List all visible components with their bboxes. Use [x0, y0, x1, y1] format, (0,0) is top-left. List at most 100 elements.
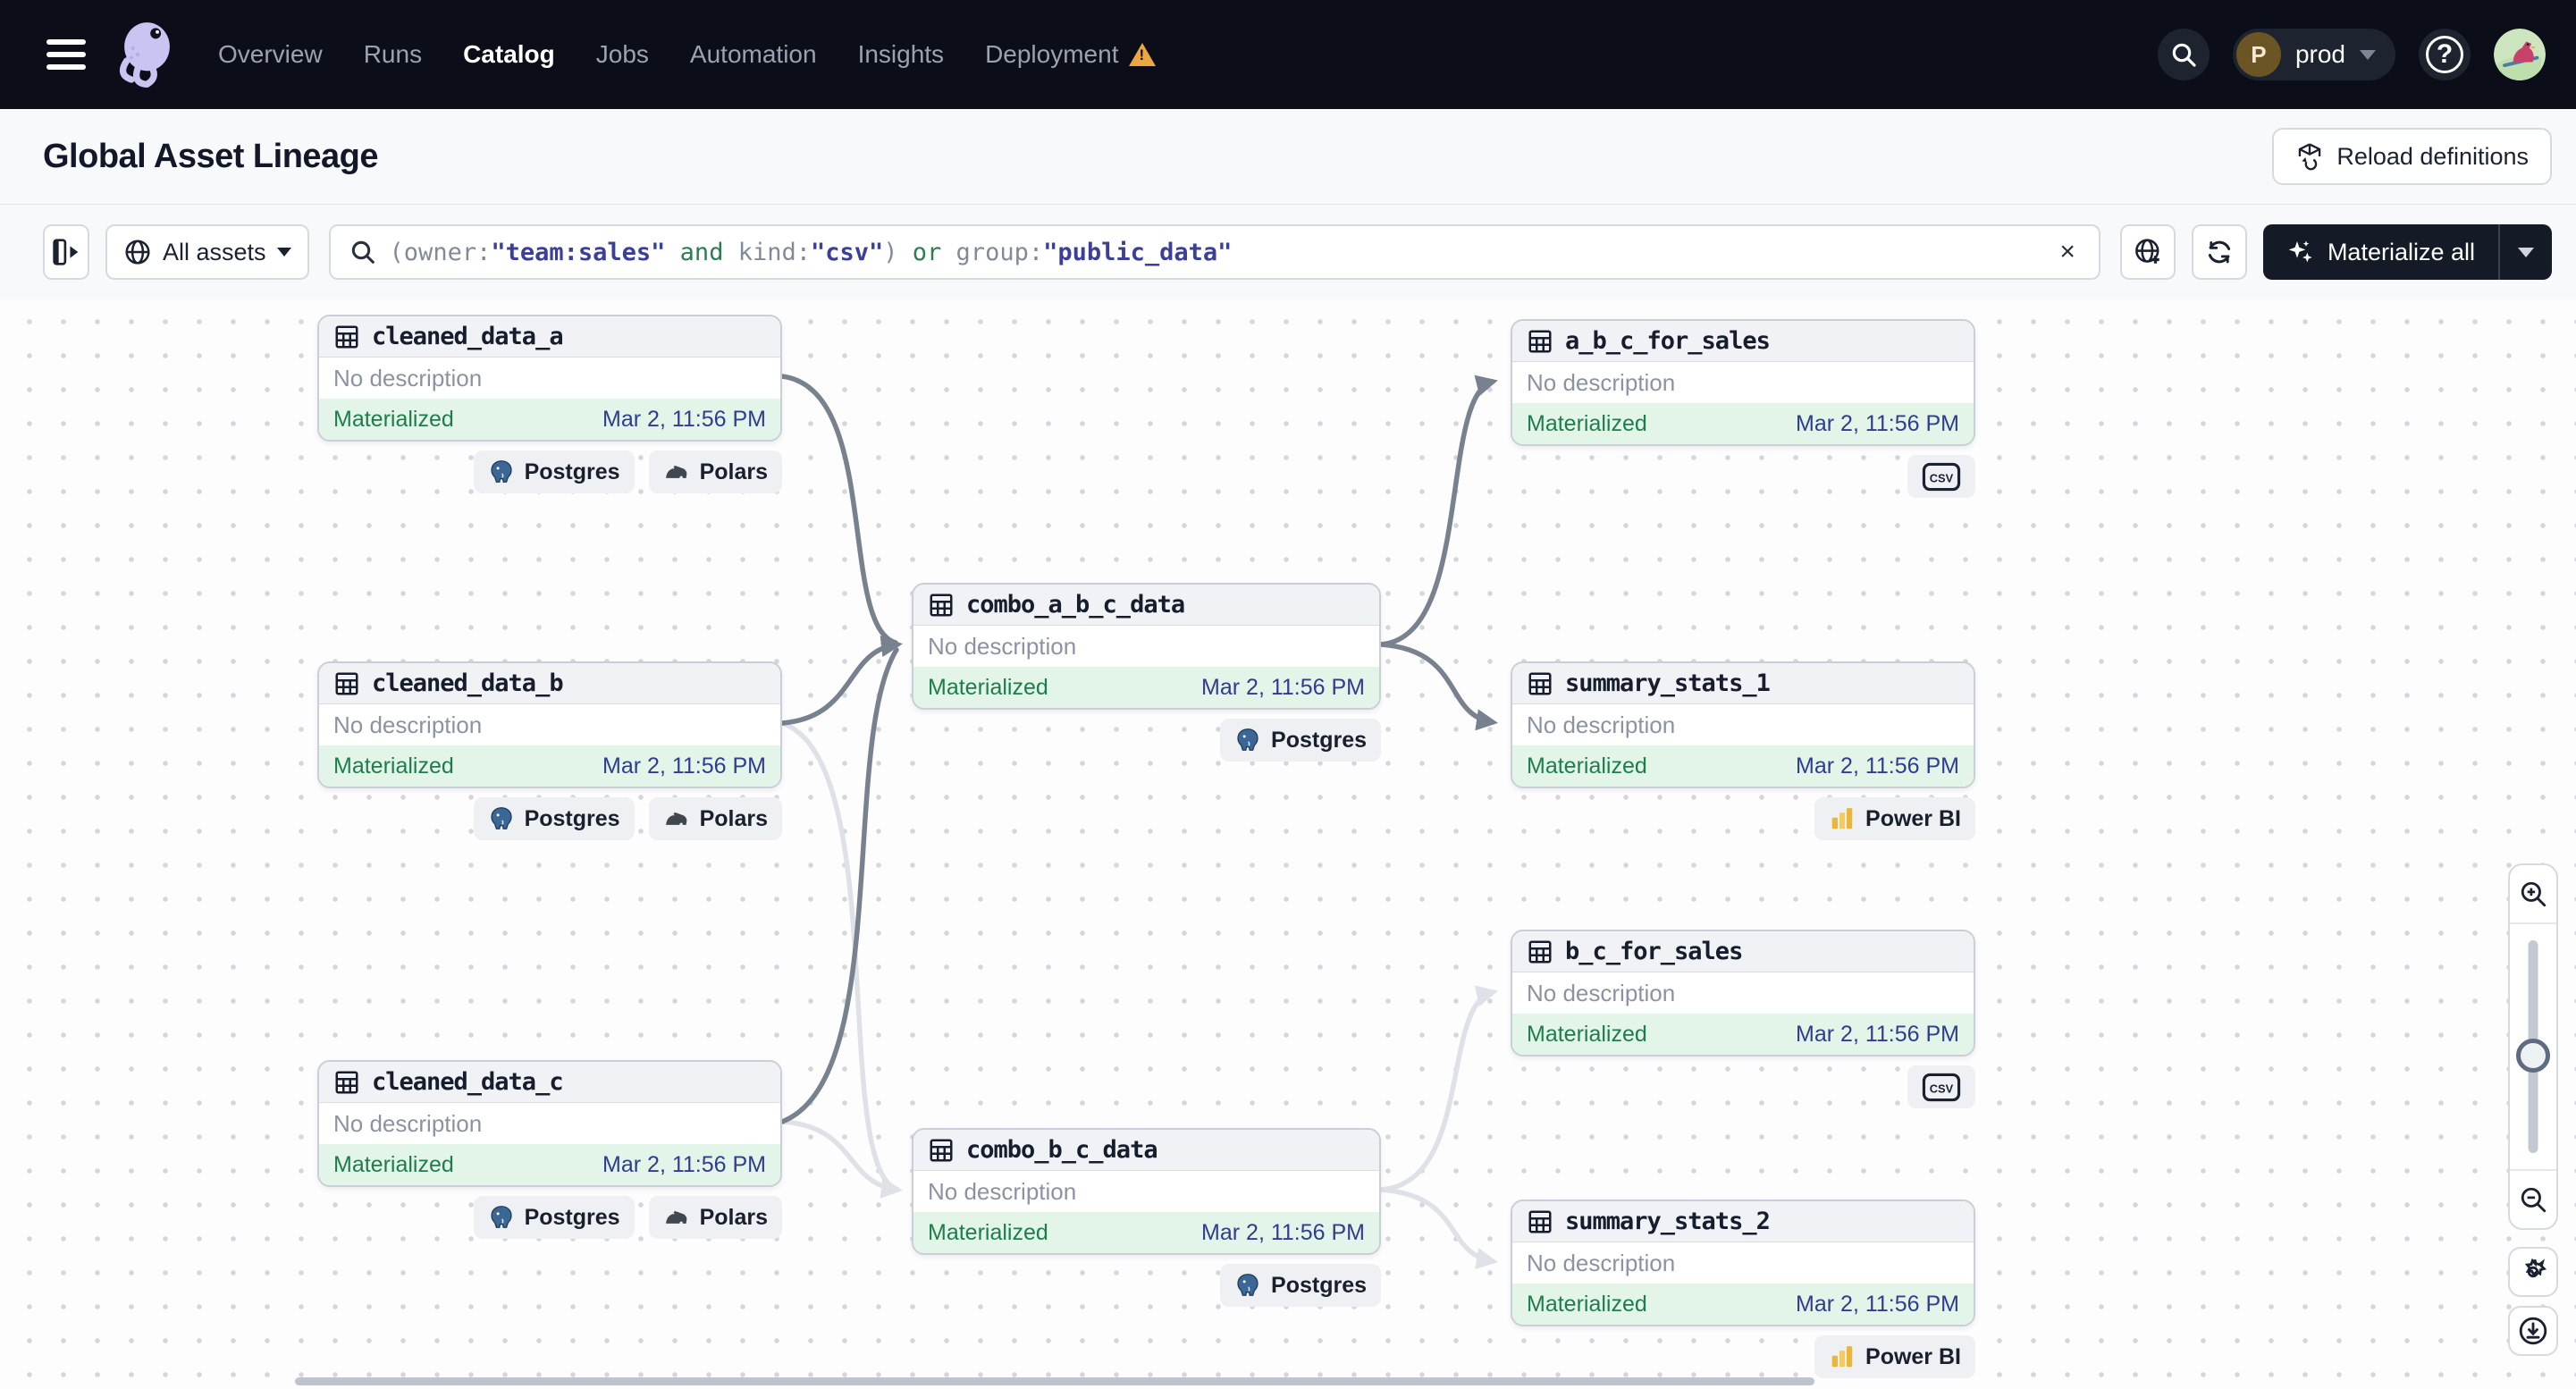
- asset-node-b_c_for_sales[interactable]: b_c_for_sales No description Materialized M…: [1511, 930, 1975, 1056]
- workspace-switcher[interactable]: P prod: [2232, 29, 2395, 80]
- search-icon: [2169, 40, 2198, 69]
- postgres-tag[interactable]: Postgres: [1220, 719, 1381, 762]
- nav-items: Overview Runs Catalog Jobs Automation Insight…: [218, 40, 1157, 69]
- asset-search-input[interactable]: (owner:"team:sales" and kind:"csv") or g…: [328, 224, 2100, 280]
- nav-item-catalog[interactable]: Catalog: [463, 40, 555, 69]
- materialization-timestamp[interactable]: Mar 2, 11:56 PM: [602, 1152, 766, 1178]
- nav-item-label: Runs: [363, 40, 423, 68]
- nav-item-overview[interactable]: Overview: [218, 40, 323, 69]
- powerbi-tag[interactable]: Power BI: [1814, 797, 1975, 840]
- polars-tag[interactable]: Polars: [648, 1196, 782, 1239]
- postgres-tag[interactable]: Postgres: [473, 450, 635, 493]
- hamburger-menu-icon[interactable]: [46, 39, 86, 70]
- postgres-tag[interactable]: Postgres: [473, 1196, 635, 1239]
- tag-label: Power BI: [1865, 1343, 1961, 1369]
- asset-node-header: b_c_for_sales: [1512, 931, 1974, 972]
- nav-item-automation[interactable]: Automation: [690, 40, 817, 69]
- asset-node-cleaned_data_b[interactable]: cleaned_data_b No description Materialized…: [317, 661, 782, 788]
- csv-tag[interactable]: CSV: [1907, 455, 1975, 498]
- zoom-slider-thumb[interactable]: [2516, 1039, 2550, 1073]
- lineage-graph-canvas[interactable]: cleaned_data_a No description Materialized…: [0, 299, 2576, 1389]
- filter-to-global-button[interactable]: [2119, 224, 2176, 280]
- refresh-button[interactable]: [2191, 224, 2247, 280]
- materialization-timestamp[interactable]: Mar 2, 11:56 PM: [602, 753, 766, 779]
- zoom-slider[interactable]: [2510, 922, 2556, 1171]
- asset-node-cleaned_data_a[interactable]: cleaned_data_a No description Materialized…: [317, 315, 782, 442]
- horizontal-scrollbar[interactable]: [295, 1377, 1814, 1385]
- query-token-value: "csv": [810, 238, 884, 266]
- materialization-timestamp[interactable]: Mar 2, 11:56 PM: [1201, 675, 1365, 701]
- asset-tag-row: Postgres Polars: [473, 797, 782, 840]
- powerbi-tag[interactable]: Power BI: [1814, 1335, 1975, 1378]
- nav-right-cluster: P prod ?: [2157, 29, 2546, 80]
- asset-node-header: a_b_c_for_sales: [1512, 321, 1974, 362]
- materialization-timestamp[interactable]: Mar 2, 11:56 PM: [602, 407, 766, 433]
- svg-text:CSV: CSV: [1930, 1082, 1954, 1095]
- tag-label: Polars: [699, 459, 768, 484]
- postgres-tag[interactable]: Postgres: [1220, 1264, 1381, 1307]
- workspace-name: prod: [2294, 40, 2345, 68]
- export-graph-button[interactable]: [2508, 1306, 2558, 1356]
- materialize-options-caret[interactable]: [2500, 224, 2552, 280]
- asset-node-combo_a_b_c_data[interactable]: combo_a_b_c_data No description Materializ…: [912, 583, 1381, 710]
- graph-settings-button[interactable]: [2508, 1247, 2558, 1297]
- table-icon: [333, 1069, 360, 1096]
- status-badge: Materialized: [1527, 410, 1647, 436]
- clear-search-icon[interactable]: ×: [2054, 237, 2081, 267]
- asset-status-bar: Materialized Mar 2, 11:56 PM: [1512, 1014, 1974, 1055]
- tag-label: Postgres: [524, 805, 620, 831]
- asset-description: No description: [319, 1103, 780, 1144]
- materialize-all-main[interactable]: Materialize all: [2263, 224, 2498, 280]
- asset-description: No description: [319, 704, 780, 745]
- asset-description: No description: [1512, 1242, 1974, 1284]
- asset-node-a_b_c_for_sales[interactable]: a_b_c_for_sales No description Materialize…: [1511, 319, 1975, 446]
- polars-tag[interactable]: Polars: [648, 450, 782, 493]
- postgres-icon: [1234, 727, 1261, 753]
- asset-status-bar: Materialized Mar 2, 11:56 PM: [319, 1144, 780, 1185]
- nav-item-jobs[interactable]: Jobs: [596, 40, 649, 69]
- dagster-logo-icon[interactable]: [105, 16, 182, 93]
- asset-node-cleaned_data_c[interactable]: cleaned_data_c No description Materialized…: [317, 1060, 782, 1187]
- asset-node-summary_stats_1[interactable]: summary_stats_1 No description Materialize…: [1511, 661, 1975, 788]
- nav-item-runs[interactable]: Runs: [364, 40, 422, 69]
- postgres-icon: [488, 805, 515, 832]
- zoom-in-button[interactable]: [2510, 865, 2556, 922]
- asset-tag-row: CSV: [1907, 455, 1975, 498]
- zoom-in-icon: [2518, 879, 2548, 909]
- asset-node-header: cleaned_data_a: [319, 316, 780, 358]
- asset-description: No description: [1512, 972, 1974, 1014]
- nav-item-deployment[interactable]: Deployment: [985, 40, 1157, 69]
- zoom-out-icon: [2518, 1184, 2548, 1215]
- globe-add-icon: [2133, 237, 2163, 267]
- asset-node-header: cleaned_data_c: [319, 1062, 780, 1103]
- materialize-all-button[interactable]: Materialize all: [2262, 224, 2552, 280]
- nav-item-label: Insights: [857, 40, 945, 68]
- search-button[interactable]: [2157, 29, 2210, 80]
- asset-node-combo_b_c_data[interactable]: combo_b_c_data No description Materialized…: [912, 1128, 1381, 1255]
- polars-icon: [663, 1204, 690, 1231]
- asset-node-summary_stats_2[interactable]: summary_stats_2 No description Materialize…: [1511, 1200, 1975, 1326]
- reload-definitions-button[interactable]: Reload definitions: [2272, 128, 2552, 185]
- polars-tag[interactable]: Polars: [648, 797, 782, 840]
- chevron-down-icon: [2360, 49, 2376, 60]
- asset-node-header: summary_stats_1: [1512, 663, 1974, 704]
- asset-status-bar: Materialized Mar 2, 11:56 PM: [913, 1212, 1379, 1253]
- edge-cleaned-c-to-combo-bc: [779, 1119, 904, 1199]
- postgres-tag[interactable]: Postgres: [473, 797, 635, 840]
- help-button[interactable]: ?: [2419, 29, 2471, 80]
- tag-label: Power BI: [1865, 805, 1961, 831]
- asset-scope-dropdown[interactable]: All assets: [105, 224, 309, 280]
- materialization-timestamp[interactable]: Mar 2, 11:56 PM: [1796, 1022, 1959, 1048]
- materialization-timestamp[interactable]: Mar 2, 11:56 PM: [1796, 1292, 1959, 1317]
- status-badge: Materialized: [333, 1151, 454, 1177]
- table-icon: [333, 670, 360, 697]
- zoom-out-button[interactable]: [2510, 1171, 2556, 1228]
- materialization-timestamp[interactable]: Mar 2, 11:56 PM: [1796, 753, 1959, 779]
- materialization-timestamp[interactable]: Mar 2, 11:56 PM: [1796, 411, 1959, 437]
- materialization-timestamp[interactable]: Mar 2, 11:56 PM: [1201, 1220, 1365, 1246]
- nav-item-insights[interactable]: Insights: [858, 40, 945, 69]
- sidebar-toggle-button[interactable]: [43, 224, 89, 280]
- csv-tag[interactable]: CSV: [1907, 1065, 1975, 1108]
- top-navbar: Overview Runs Catalog Jobs Automation Insight…: [0, 0, 2576, 109]
- user-avatar[interactable]: [2494, 29, 2546, 80]
